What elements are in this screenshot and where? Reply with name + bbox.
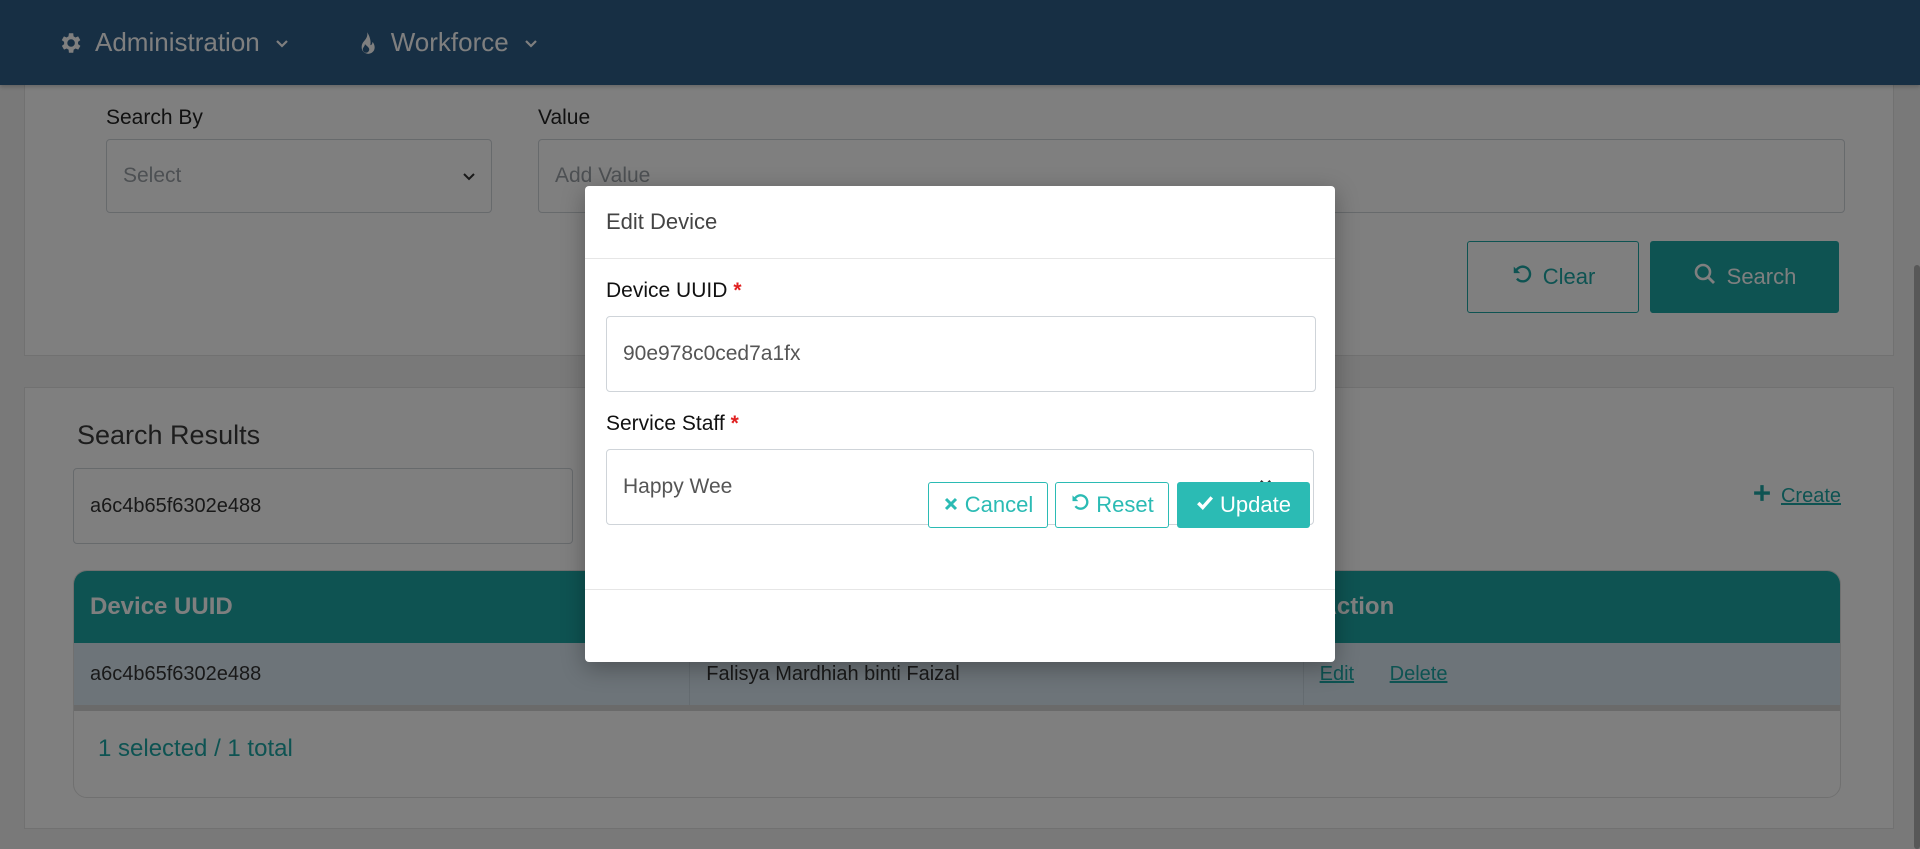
edit-device-modal: Edit Device Device UUID * 90e978c0ced7a1f… [585, 186, 1335, 662]
service-staff-label: Service Staff * [606, 412, 739, 436]
service-staff-label-text: Service Staff [606, 412, 725, 435]
device-uuid-label: Device UUID * [606, 279, 742, 303]
check-icon [1196, 492, 1214, 518]
device-uuid-input[interactable]: 90e978c0ced7a1fx [606, 316, 1316, 392]
update-button[interactable]: Update [1177, 482, 1310, 528]
required-marker: * [733, 279, 742, 302]
reset-button[interactable]: Reset [1055, 482, 1169, 528]
reset-button-label: Reset [1096, 492, 1154, 517]
close-icon [943, 492, 959, 518]
cancel-button-label: Cancel [964, 492, 1034, 517]
device-uuid-value: 90e978c0ced7a1fx [623, 342, 801, 365]
update-button-label: Update [1220, 492, 1291, 517]
device-uuid-label-text: Device UUID [606, 279, 728, 302]
required-marker: * [730, 412, 739, 435]
service-staff-value: Happy Wee [623, 475, 733, 498]
cancel-button[interactable]: Cancel [928, 482, 1048, 528]
modal-body: Device UUID * 90e978c0ced7a1fx Service St… [585, 259, 1335, 590]
undo-icon [1070, 492, 1090, 518]
modal-title: Edit Device [585, 186, 1335, 259]
